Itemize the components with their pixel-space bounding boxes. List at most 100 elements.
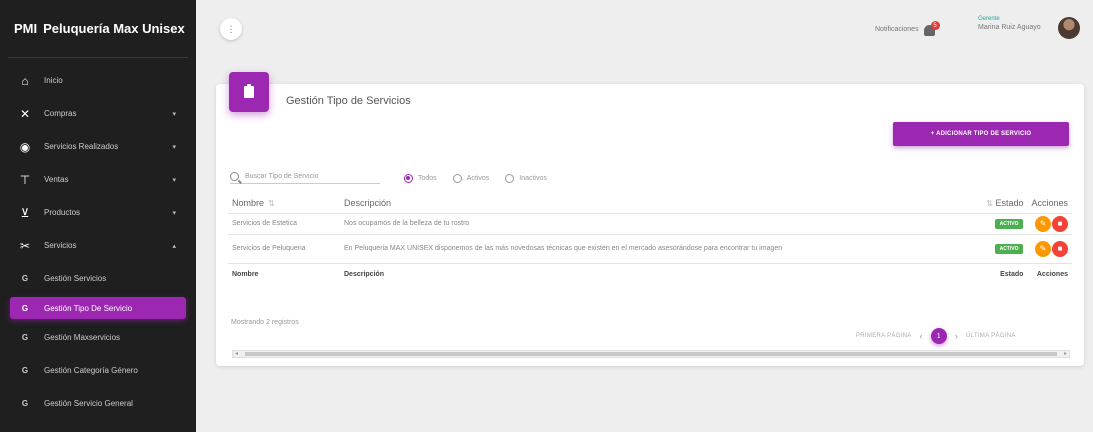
sidebar-item-label: Inicio — [44, 76, 63, 85]
sidebar-item-label: Productos — [44, 208, 81, 217]
delete-icon[interactable]: ■ — [1052, 215, 1068, 232]
sidebar-item-servicios[interactable]: ✂ Servicios ▴ — [0, 229, 196, 262]
avatar[interactable] — [1058, 17, 1080, 39]
letter-icon: G — [21, 333, 29, 342]
brand-abbr: PMI — [14, 21, 38, 36]
scissors-icon: ✂ — [19, 238, 31, 253]
home-icon: ⌂ — [21, 73, 29, 88]
search-placeholder: Buscar Tipo de Servicio — [245, 173, 319, 180]
status-badge[interactable]: ACTIVO — [994, 218, 1024, 229]
sidebar-item-label: Gestión Servicios — [44, 274, 107, 283]
sidebar-item-label: Gestión Servicio General — [44, 399, 133, 408]
filters: Buscar Tipo de Servicio Todos Activos In… — [230, 172, 563, 184]
first-page-link[interactable]: PRIMERA PÁGINA — [856, 333, 912, 339]
main-card: Gestión Tipo de Servicios + ADICIONAR TI… — [216, 72, 1084, 366]
basket-icon: ⊻ — [20, 205, 30, 220]
sidebar-item-label: Servicios — [44, 241, 77, 250]
sidebar-subitem-gestion-maxservicios[interactable]: G Gestión Maxservicios — [0, 321, 196, 354]
sidebar-item-compras[interactable]: ✕ Compras ▾ — [0, 97, 196, 130]
bell-icon[interactable]: 5 — [923, 21, 940, 36]
pagination: PRIMERA PÁGINA ‹ 1 › ÚLTIMA PÁGINA — [856, 328, 1016, 344]
cell-acciones: ✎ ■ — [1027, 234, 1072, 264]
cell-acciones: ✎ ■ — [1027, 213, 1072, 235]
cart-icon: ✕ — [19, 106, 31, 121]
sidebar-item-ventas[interactable]: ⊤ Ventas ▾ — [0, 163, 196, 196]
radio-selected-icon — [404, 173, 413, 183]
cell-descripcion: En Peluqueria MAX UNISEX disponemos de l… — [340, 234, 972, 264]
sidebar-item-label: Servicios Realizados — [44, 142, 119, 151]
letter-icon: G — [21, 366, 29, 375]
horizontal-scrollbar[interactable]: ◂ ▸ — [232, 350, 1070, 358]
sidebar-nav: ⌂ Inicio ✕ Compras ▾ ◉ Servicios Realiza… — [0, 58, 196, 420]
sidebar-item-label: Gestión Categoría Género — [44, 366, 138, 375]
chevron-down-icon: ▾ — [172, 143, 176, 151]
radio-label: Activos — [466, 174, 490, 182]
sidebar-item-servicios-realizados[interactable]: ◉ Servicios Realizados ▾ — [0, 130, 196, 163]
radio-activos[interactable]: Activos — [452, 173, 490, 183]
sidebar-item-label: Gestión Tipo De Servicio — [44, 303, 133, 313]
edit-icon[interactable]: ✎ — [1035, 215, 1051, 232]
search-input[interactable]: Buscar Tipo de Servicio — [230, 172, 380, 184]
service-types-table: Nombre ⇅ Descripción ⇅ Estado Acciones Se… — [228, 194, 1072, 285]
notification-count-badge: 5 — [930, 21, 940, 30]
letter-icon: G — [21, 303, 29, 313]
scroll-left-icon[interactable]: ◂ — [235, 350, 238, 357]
sort-icon[interactable]: ⇅ — [268, 199, 275, 208]
radio-label: Todos — [418, 174, 437, 182]
sidebar-item-label: Compras — [44, 109, 77, 118]
footer-header-acciones: Acciones — [1027, 262, 1072, 285]
last-page-link[interactable]: ÚLTIMA PÁGINA — [966, 333, 1015, 339]
user-info[interactable]: Gerente Marina Ruiz Aguayo — [978, 16, 1041, 31]
sidebar-item-inicio[interactable]: ⌂ Inicio — [0, 64, 196, 97]
footer-header-estado: Estado — [971, 262, 1028, 285]
records-count: Mostrando 2 registros — [231, 319, 299, 326]
notifications-label: Notificaciones — [875, 25, 919, 33]
chevron-up-icon: ▴ — [172, 242, 176, 250]
add-service-type-button[interactable]: + ADICIONAR TIPO DE SERVICIO — [893, 122, 1069, 146]
edit-icon[interactable]: ✎ — [1035, 240, 1051, 257]
chevron-down-icon: ▾ — [172, 110, 176, 118]
footer-header-descripcion: Descripción — [340, 262, 972, 285]
radio-icon — [505, 173, 515, 183]
radio-icon — [452, 173, 462, 183]
chevron-down-icon: ▾ — [172, 209, 176, 217]
sidebar-subitem-gestion-servicio-general[interactable]: G Gestión Servicio General — [0, 387, 196, 420]
cell-nombre: Servicios de Peluqueria — [228, 234, 340, 264]
chevron-left-icon[interactable]: ‹ — [920, 331, 923, 341]
sidebar-subitem-gestion-tipo-de-servicio[interactable]: G Gestión Tipo De Servicio — [10, 297, 186, 319]
current-page-button[interactable]: 1 — [930, 328, 947, 344]
sidebar-item-label: Gestión Maxservicios — [44, 333, 121, 342]
eye-icon: ◉ — [19, 139, 31, 154]
user-name: Marina Ruiz Aguayo — [978, 24, 1041, 31]
sidebar: PMI Peluquería Max Unisex ⌂ Inicio ✕ Com… — [0, 0, 196, 432]
scroll-right-icon[interactable]: ▸ — [1064, 350, 1067, 357]
brand-name: Peluquería Max Unisex — [43, 21, 185, 36]
notifications[interactable]: Notificaciones 5 — [875, 21, 940, 36]
sidebar-item-productos[interactable]: ⊻ Productos ▾ — [0, 196, 196, 229]
more-vertical-icon: ⋮ — [226, 23, 236, 34]
menu-toggle-button[interactable]: ⋮ — [220, 18, 242, 40]
column-header-descripcion[interactable]: Descripción — [340, 194, 972, 214]
cell-nombre: Servicios de Estetica — [228, 213, 340, 235]
cell-estado: ACTIVO — [971, 213, 1028, 235]
cell-descripcion: Nos ocupamos de la belleza de tu rostro — [340, 213, 972, 235]
sidebar-subitem-gestion-servicios[interactable]: G Gestión Servicios — [0, 262, 196, 295]
chevron-down-icon: ▾ — [172, 176, 176, 184]
sidebar-item-label: Ventas — [44, 175, 69, 184]
chevron-right-icon[interactable]: › — [955, 331, 958, 341]
sort-icon[interactable]: ⇅ — [986, 199, 993, 208]
sidebar-subitem-gestion-categoria-genero[interactable]: G Gestión Categoría Género — [0, 354, 196, 387]
table-row: Servicios de Peluqueria En Peluqueria MA… — [228, 234, 1072, 264]
letter-icon: G — [21, 274, 29, 283]
status-badge[interactable]: ACTIVO — [994, 243, 1024, 254]
brand[interactable]: PMI Peluquería Max Unisex — [8, 0, 188, 58]
scrollbar-thumb[interactable] — [245, 352, 1057, 356]
footer-header-nombre: Nombre — [228, 262, 340, 285]
delete-icon[interactable]: ■ — [1052, 240, 1068, 257]
radio-todos[interactable]: Todos — [404, 173, 437, 183]
column-header-estado[interactable]: ⇅ Estado — [971, 194, 1028, 214]
radio-inactivos[interactable]: Inactivos — [505, 173, 547, 183]
column-header-acciones: Acciones — [1027, 194, 1072, 214]
search-icon — [230, 172, 239, 181]
column-header-nombre[interactable]: Nombre ⇅ — [228, 194, 340, 214]
